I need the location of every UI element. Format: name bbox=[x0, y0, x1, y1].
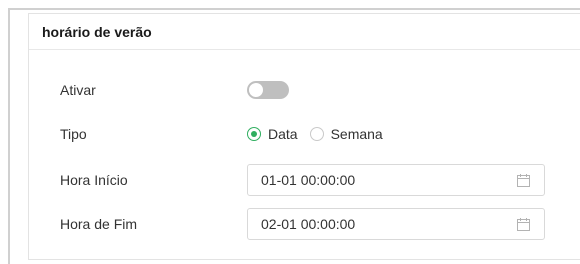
radio-checked-icon bbox=[247, 127, 261, 141]
end-time-row: Hora de Fim 02-01 00:00:00 bbox=[29, 208, 580, 240]
calendar-icon[interactable] bbox=[517, 173, 530, 187]
start-time-input[interactable]: 01-01 00:00:00 bbox=[247, 164, 545, 196]
type-radio-semana[interactable]: Semana bbox=[309, 126, 383, 142]
type-label: Tipo bbox=[60, 126, 87, 142]
dst-settings-panel: horário de verão Ativar Tipo Data Semana… bbox=[28, 13, 580, 260]
type-option-semana-label: Semana bbox=[330, 126, 383, 142]
end-time-value: 02-01 00:00:00 bbox=[261, 216, 356, 232]
type-radio-data[interactable]: Data bbox=[247, 126, 298, 142]
panel-header: horário de verão bbox=[29, 14, 580, 50]
type-control: Data Semana bbox=[247, 126, 395, 142]
start-time-label: Hora Início bbox=[60, 172, 128, 188]
enable-row: Ativar bbox=[29, 74, 580, 106]
end-time-label: Hora de Fim bbox=[60, 216, 138, 232]
enable-control bbox=[247, 81, 289, 99]
start-time-value: 01-01 00:00:00 bbox=[261, 172, 356, 188]
end-time-input[interactable]: 02-01 00:00:00 bbox=[247, 208, 545, 240]
toggle-knob bbox=[249, 83, 263, 97]
radio-unchecked-icon bbox=[309, 127, 324, 141]
end-time-control: 02-01 00:00:00 bbox=[247, 208, 545, 240]
enable-toggle[interactable] bbox=[247, 81, 289, 99]
start-time-control: 01-01 00:00:00 bbox=[247, 164, 545, 196]
enable-label: Ativar bbox=[60, 82, 96, 98]
type-row: Tipo Data Semana bbox=[29, 118, 580, 150]
start-time-row: Hora Início 01-01 00:00:00 bbox=[29, 164, 580, 196]
type-option-data-label: Data bbox=[268, 126, 298, 142]
section-title: horário de verão bbox=[42, 23, 152, 40]
calendar-icon[interactable] bbox=[517, 217, 530, 231]
